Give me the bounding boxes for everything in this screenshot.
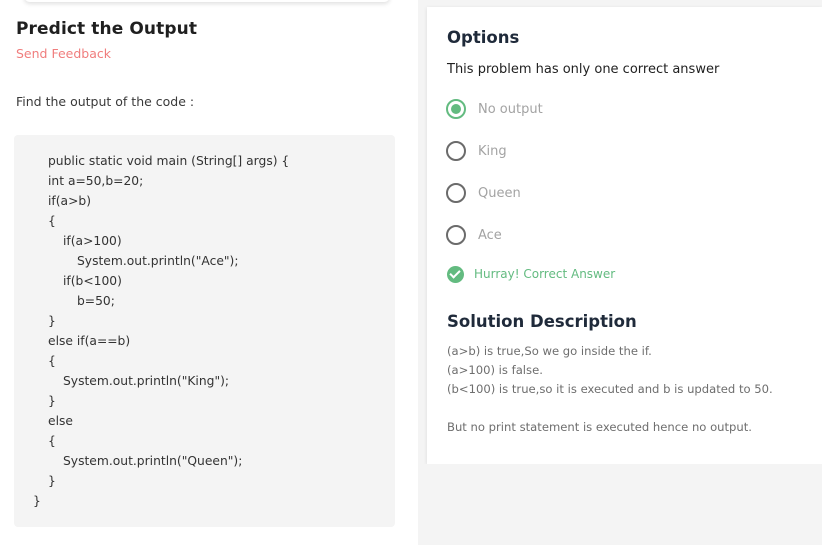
question-title: Predict the Output <box>16 19 198 39</box>
code-line: if(b<100) <box>63 274 122 288</box>
code-line: b=50; <box>77 294 115 308</box>
code-line: public static void main (String[] args) … <box>48 154 290 168</box>
solution-line: (b<100) is true,so it is executed and b … <box>447 382 773 396</box>
code-line: if(a>b) <box>48 194 91 208</box>
options-title: Options <box>447 28 520 47</box>
code-line: } <box>33 494 41 508</box>
code-line: System.out.println("Queen"); <box>63 454 243 468</box>
check-circle-icon <box>447 265 464 283</box>
options-panel: Options This problem has only one correc… <box>427 7 822 464</box>
code-line: int a=50,b=20; <box>48 174 144 188</box>
radio-selected-icon[interactable] <box>446 99 466 119</box>
question-panel: Predict the Output Send Feedback Find th… <box>0 0 418 545</box>
code-line: } <box>48 474 56 488</box>
code-line: if(a>100) <box>63 234 122 248</box>
radio-icon[interactable] <box>446 141 466 161</box>
option-label: No output <box>478 101 543 117</box>
result-text: Hurray! Correct Answer <box>474 267 616 281</box>
code-line: { <box>48 354 56 368</box>
option-queen[interactable]: Queen <box>446 182 776 204</box>
option-king[interactable]: King <box>446 140 776 162</box>
code-line: } <box>48 394 56 408</box>
code-line: else if(a==b) <box>48 334 131 348</box>
solution-line: But no print statement is executed hence… <box>447 420 752 434</box>
radio-icon[interactable] <box>446 225 466 245</box>
result-message: Hurray! Correct Answer <box>447 264 615 284</box>
code-line: System.out.println("Ace"); <box>77 254 239 268</box>
solution-line: (a>b) is true,So we go inside the if. <box>447 344 652 358</box>
page: Predict the Output Send Feedback Find th… <box>0 0 822 545</box>
options-subtitle: This problem has only one correct answer <box>447 62 720 77</box>
solution-title: Solution Description <box>447 312 637 331</box>
code-line: { <box>48 434 56 448</box>
code-block: public static void main (String[] args) … <box>14 135 395 527</box>
option-label: Queen <box>478 185 521 201</box>
code-line: else <box>48 414 73 428</box>
question-prompt: Find the output of the code : <box>16 94 195 109</box>
background-area <box>418 464 822 545</box>
option-label: King <box>478 143 507 159</box>
header-card-edge <box>24 0 390 2</box>
option-no-output[interactable]: No output <box>446 98 776 120</box>
code-line: { <box>48 214 56 228</box>
code-line: System.out.println("King"); <box>63 374 230 388</box>
code-line: } <box>48 314 56 328</box>
option-ace[interactable]: Ace <box>446 224 776 246</box>
send-feedback-link[interactable]: Send Feedback <box>16 46 111 61</box>
solution-line: (a>100) is false. <box>447 363 543 377</box>
radio-icon[interactable] <box>446 183 466 203</box>
option-label: Ace <box>478 227 502 243</box>
